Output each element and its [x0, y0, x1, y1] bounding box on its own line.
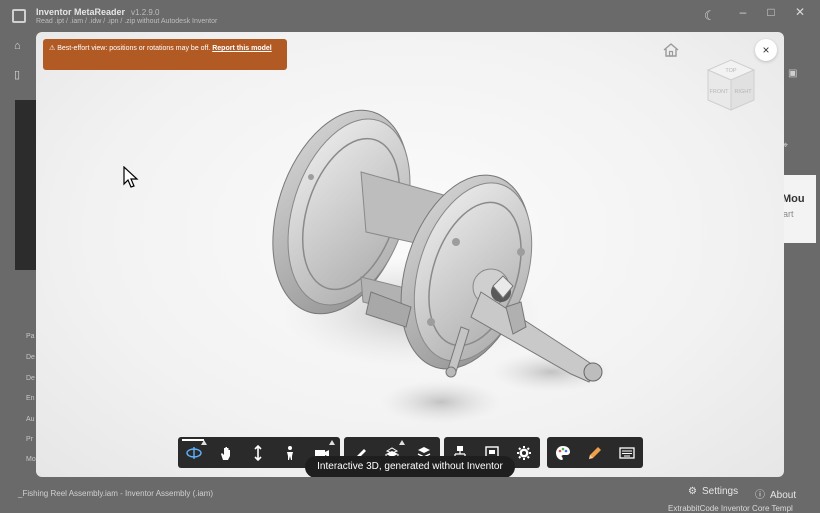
property-label: De [26, 354, 35, 361]
about-button[interactable]: ⓘ About [755, 486, 796, 501]
status-file-label: _Fishing Reel Assembly.iam - Inventor As… [18, 489, 214, 498]
right-card-subtitle: art [783, 209, 794, 219]
settings-button[interactable]: ⚙ Settings [688, 486, 738, 497]
property-label: En [26, 395, 35, 402]
edit-icon [589, 446, 601, 459]
home-nav-icon[interactable]: ⌂ [14, 40, 21, 52]
app-subtitle: Read .ipt / .iam / .idw / .ipn / .zip wi… [36, 18, 218, 25]
fishing-reel-3d-model[interactable] [251, 102, 621, 432]
taskbar-text: ExtrabbitCode Inventor Core Templ [668, 504, 793, 513]
mouse-cursor-icon [123, 166, 139, 188]
thumbnail-panel [15, 100, 37, 270]
settings-label: Settings [701, 486, 739, 497]
orbit-icon [186, 446, 202, 459]
appearance-icon [556, 445, 570, 460]
submenu-arrow-icon [329, 440, 335, 445]
app-title: Inventor MetaReader v1.2.9.0 [36, 7, 160, 17]
appearance-button[interactable] [547, 437, 579, 468]
submenu-arrow-icon [201, 440, 207, 445]
first-person-button[interactable] [274, 437, 306, 468]
pan-button[interactable] [210, 437, 242, 468]
file-nav-icon[interactable]: ▯ [14, 68, 20, 81]
info-icon: ⓘ [755, 490, 765, 501]
toolbar-group-display [547, 437, 643, 468]
minimize-button[interactable]: – [728, 3, 758, 21]
submenu-arrow-icon [399, 440, 405, 445]
pan-icon [221, 446, 230, 460]
maximize-button[interactable]: □ [756, 3, 786, 21]
orbit-button[interactable] [178, 437, 210, 468]
close-viewer-button[interactable]: × [755, 39, 777, 61]
property-label: De [26, 375, 35, 382]
right-card-title: Mou [782, 193, 805, 205]
warning-banner: ⚠ Best-effort view: positions or rotatio… [43, 39, 287, 70]
property-label: Pa [26, 333, 35, 340]
fullscreen-icon [619, 446, 635, 459]
close-window-button[interactable]: ✕ [785, 3, 815, 21]
theme-toggle-icon[interactable]: ☾ [704, 8, 716, 24]
settings-icon [517, 445, 531, 460]
save-icon[interactable]: ▣ [788, 68, 797, 79]
home-view-icon[interactable] [662, 42, 680, 58]
about-label: About [770, 490, 797, 501]
property-label: Mo [26, 456, 36, 463]
edit-button[interactable] [579, 437, 611, 468]
fullscreen-button[interactable] [611, 437, 643, 468]
app-logo-icon [12, 9, 26, 23]
viewcube-front-label[interactable]: FRONT [710, 89, 730, 95]
viewcube-top-label[interactable]: TOP [725, 68, 737, 74]
app-title-text: Inventor MetaReader [36, 7, 126, 17]
property-label: Pr [26, 436, 33, 443]
zoom-icon [254, 444, 262, 461]
zoom-button[interactable] [242, 437, 274, 468]
app-version: v1.2.9.0 [131, 8, 160, 17]
viewcube[interactable]: TOP FRONT RIGHT [704, 58, 758, 120]
toolbar-tooltip: Interactive 3D, generated without Invent… [305, 456, 515, 477]
first-person-icon [287, 445, 293, 460]
report-model-link[interactable]: Report this model [212, 45, 272, 52]
viewcube-right-label[interactable]: RIGHT [734, 89, 752, 95]
viewer-3d-modal[interactable]: ⚠ Best-effort view: positions or rotatio… [36, 32, 784, 477]
banner-text: ⚠ Best-effort view: positions or rotatio… [49, 45, 211, 52]
gear-icon: ⚙ [688, 486, 697, 497]
title-bar: Inventor MetaReader v1.2.9.0 Read .ipt / … [0, 0, 820, 32]
property-label: Au [26, 416, 35, 423]
